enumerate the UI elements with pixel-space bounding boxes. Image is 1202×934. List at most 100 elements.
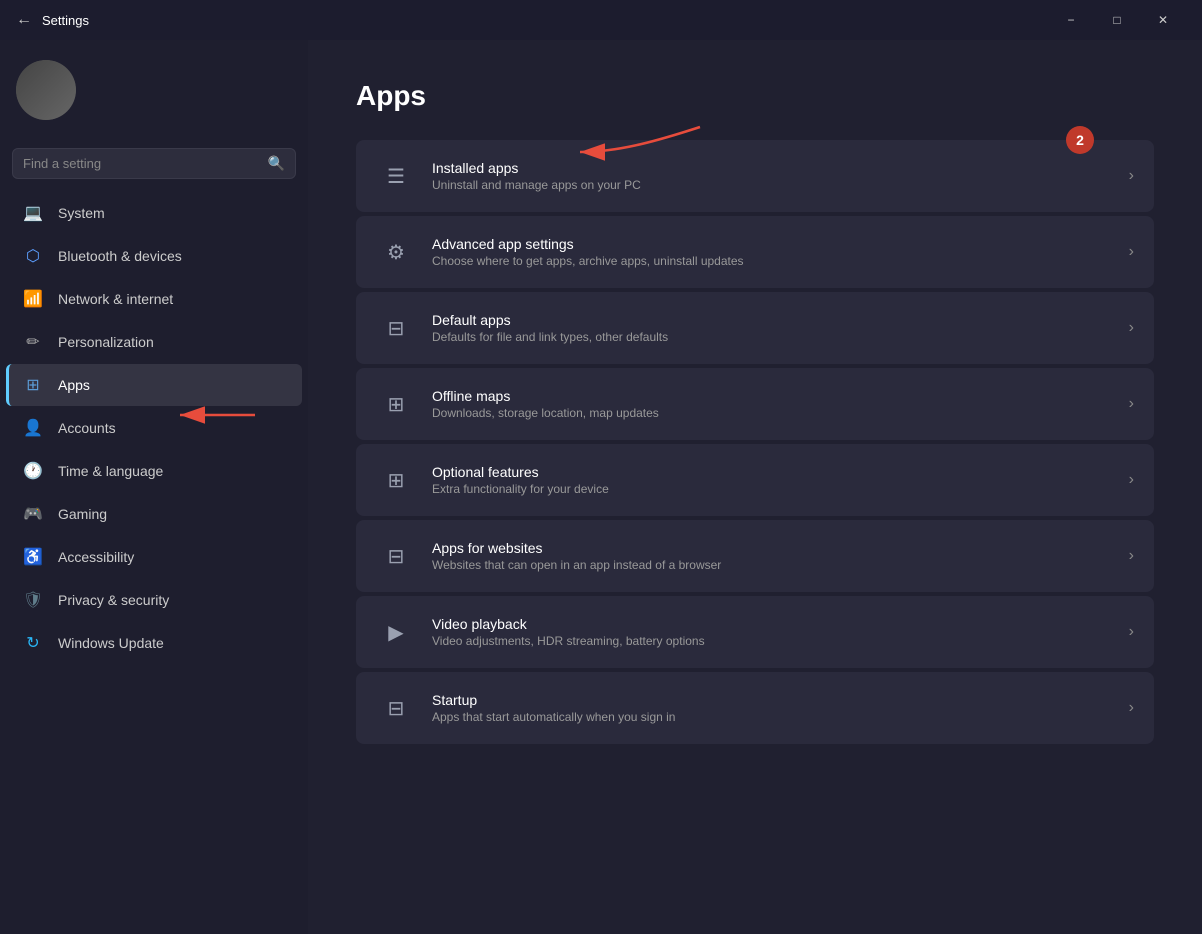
settings-item-apps-for-websites[interactable]: ⊟ Apps for websites Websites that can open… xyxy=(356,520,1154,592)
settings-item-offline-maps[interactable]: ⊞ Offline maps Downloads, storage location… xyxy=(356,368,1154,440)
settings-item-title-default-apps: Default apps xyxy=(432,312,1117,328)
settings-item-desc-advanced-app-settings: Choose where to get apps, archive apps, … xyxy=(432,254,1117,268)
settings-item-chevron-apps-for-websites: › xyxy=(1129,547,1134,565)
sidebar-item-label-bluetooth: Bluetooth & devices xyxy=(58,248,182,264)
sidebar-item-personalization[interactable]: ✏ Personalization xyxy=(6,321,302,363)
sidebar-item-label-gaming: Gaming xyxy=(58,506,107,522)
sidebar-item-bluetooth[interactable]: ⬡ Bluetooth & devices xyxy=(6,235,302,277)
app-body: 🔍 💻 System ⬡ Bluetooth & devices 📶 Network & … xyxy=(0,40,1202,934)
avatar xyxy=(16,60,76,120)
personalization-nav-icon: ✏ xyxy=(22,331,44,353)
time-nav-icon: 🕐 xyxy=(22,460,44,482)
settings-item-icon-offline-maps: ⊞ xyxy=(376,384,416,424)
settings-item-icon-video-playback: ▶ xyxy=(376,612,416,652)
sidebar: 🔍 💻 System ⬡ Bluetooth & devices 📶 Network & … xyxy=(0,40,308,934)
minimize-button[interactable]: − xyxy=(1048,4,1094,36)
privacy-nav-icon: 🛡 xyxy=(22,589,44,611)
settings-item-advanced-app-settings[interactable]: ⚙ Advanced app settingsChoose where to ge… xyxy=(356,216,1154,288)
page-title: Apps xyxy=(356,80,1154,112)
profile-area xyxy=(0,40,308,140)
titlebar-left: ← Settings xyxy=(16,11,89,29)
settings-item-icon-apps-for-websites: ⊟ xyxy=(376,536,416,576)
settings-item-video-playback[interactable]: ▶ Video playback Video adjustments, HDR st… xyxy=(356,596,1154,668)
settings-item-chevron-startup: › xyxy=(1129,699,1134,717)
settings-item-desc-optional-features: Extra functionality for your device xyxy=(432,482,1117,496)
sidebar-item-label-accounts: Accounts xyxy=(58,420,116,436)
settings-list: ☰ Installed apps Uninstall and manage apps… xyxy=(356,140,1154,744)
settings-item-text-installed-apps: Installed apps Uninstall and manage apps … xyxy=(432,160,1117,192)
annotation-badge-2: 2 xyxy=(1066,126,1094,154)
accessibility-nav-icon: ♿ xyxy=(22,546,44,568)
sidebar-item-update[interactable]: ↻ Windows Update xyxy=(6,622,302,664)
settings-item-text-startup: Startup Apps that start automatically whe… xyxy=(432,692,1117,724)
network-nav-icon: 📶 xyxy=(22,288,44,310)
settings-item-desc-offline-maps: Downloads, storage location, map updates xyxy=(432,406,1117,420)
settings-item-desc-apps-for-websites: Websites that can open in an app instead… xyxy=(432,558,1117,572)
sidebar-item-label-update: Windows Update xyxy=(58,635,164,651)
settings-item-text-offline-maps: Offline maps Downloads, storage location,… xyxy=(432,388,1117,420)
search-box[interactable]: 🔍 xyxy=(12,148,296,179)
apps-nav-icon: ⊞ xyxy=(22,374,44,396)
sidebar-item-system[interactable]: 💻 System xyxy=(6,192,302,234)
search-icon: 🔍 xyxy=(268,155,285,172)
settings-item-title-installed-apps: Installed apps xyxy=(432,160,1117,176)
settings-item-title-optional-features: Optional features xyxy=(432,464,1117,480)
settings-item-desc-default-apps: Defaults for file and link types, other … xyxy=(432,330,1117,344)
sidebar-item-accessibility[interactable]: ♿ Accessibility xyxy=(6,536,302,578)
settings-item-title-startup: Startup xyxy=(432,692,1117,708)
settings-item-icon-default-apps: ⊟ xyxy=(376,308,416,348)
settings-item-optional-features[interactable]: ⊞ Optional features Extra functionality fo… xyxy=(356,444,1154,516)
sidebar-item-label-accessibility: Accessibility xyxy=(58,549,134,565)
sidebar-item-label-time: Time & language xyxy=(58,463,163,479)
settings-item-text-default-apps: Default apps Defaults for file and link t… xyxy=(432,312,1117,344)
settings-item-icon-startup: ⊟ xyxy=(376,688,416,728)
sidebar-item-label-system: System xyxy=(58,205,105,221)
close-button[interactable]: ✕ xyxy=(1140,4,1186,36)
sidebar-item-gaming[interactable]: 🎮 Gaming xyxy=(6,493,302,535)
settings-item-chevron-offline-maps: › xyxy=(1129,395,1134,413)
sidebar-item-apps[interactable]: ⊞Apps1 xyxy=(6,364,302,406)
settings-item-desc-installed-apps: Uninstall and manage apps on your PC xyxy=(432,178,1117,192)
settings-item-chevron-optional-features: › xyxy=(1129,471,1134,489)
main-content: Apps ☰ Installed apps Uninstall and manage… xyxy=(308,40,1202,934)
system-nav-icon: 💻 xyxy=(22,202,44,224)
bluetooth-nav-icon: ⬡ xyxy=(22,245,44,267)
sidebar-item-time[interactable]: 🕐 Time & language xyxy=(6,450,302,492)
settings-item-text-apps-for-websites: Apps for websites Websites that can open … xyxy=(432,540,1117,572)
settings-item-default-apps[interactable]: ⊟ Default apps Defaults for file and link … xyxy=(356,292,1154,364)
gaming-nav-icon: 🎮 xyxy=(22,503,44,525)
sidebar-nav: 💻 System ⬡ Bluetooth & devices 📶 Network & in… xyxy=(0,191,308,665)
settings-item-text-optional-features: Optional features Extra functionality for… xyxy=(432,464,1117,496)
settings-item-text-video-playback: Video playback Video adjustments, HDR str… xyxy=(432,616,1117,648)
sidebar-item-network[interactable]: 📶 Network & internet xyxy=(6,278,302,320)
back-icon[interactable]: ← xyxy=(16,11,32,29)
settings-item-icon-optional-features: ⊞ xyxy=(376,460,416,500)
settings-item-installed-apps[interactable]: ☰ Installed apps Uninstall and manage apps… xyxy=(356,140,1154,212)
settings-item-text-advanced-app-settings: Advanced app settingsChoose where to get… xyxy=(432,236,1117,268)
search-input[interactable] xyxy=(23,156,260,171)
settings-item-chevron-installed-apps: › xyxy=(1129,167,1134,185)
titlebar-title: Settings xyxy=(42,13,89,28)
settings-item-title-video-playback: Video playback xyxy=(432,616,1117,632)
settings-item-chevron-default-apps: › xyxy=(1129,319,1134,337)
settings-item-title-offline-maps: Offline maps xyxy=(432,388,1117,404)
accounts-nav-icon: 👤 xyxy=(22,417,44,439)
update-nav-icon: ↻ xyxy=(22,632,44,654)
settings-item-icon-advanced-app-settings: ⚙ xyxy=(376,232,416,272)
sidebar-item-privacy[interactable]: 🛡 Privacy & security xyxy=(6,579,302,621)
settings-item-chevron-video-playback: › xyxy=(1129,623,1134,641)
sidebar-item-label-apps: Apps xyxy=(58,377,90,393)
settings-item-startup[interactable]: ⊟ Startup Apps that start automatically wh… xyxy=(356,672,1154,744)
settings-item-icon-installed-apps: ☰ xyxy=(376,156,416,196)
titlebar: ← Settings − □ ✕ xyxy=(0,0,1202,40)
settings-item-desc-startup: Apps that start automatically when you s… xyxy=(432,710,1117,724)
sidebar-item-accounts[interactable]: 👤 Accounts xyxy=(6,407,302,449)
settings-item-title-apps-for-websites: Apps for websites xyxy=(432,540,1117,556)
settings-item-chevron-advanced-app-settings: › xyxy=(1129,243,1134,261)
maximize-button[interactable]: □ xyxy=(1094,4,1140,36)
titlebar-controls: − □ ✕ xyxy=(1048,4,1186,36)
sidebar-item-label-personalization: Personalization xyxy=(58,334,154,350)
sidebar-item-label-privacy: Privacy & security xyxy=(58,592,169,608)
sidebar-item-label-network: Network & internet xyxy=(58,291,173,307)
settings-item-desc-video-playback: Video adjustments, HDR streaming, batter… xyxy=(432,634,1117,648)
